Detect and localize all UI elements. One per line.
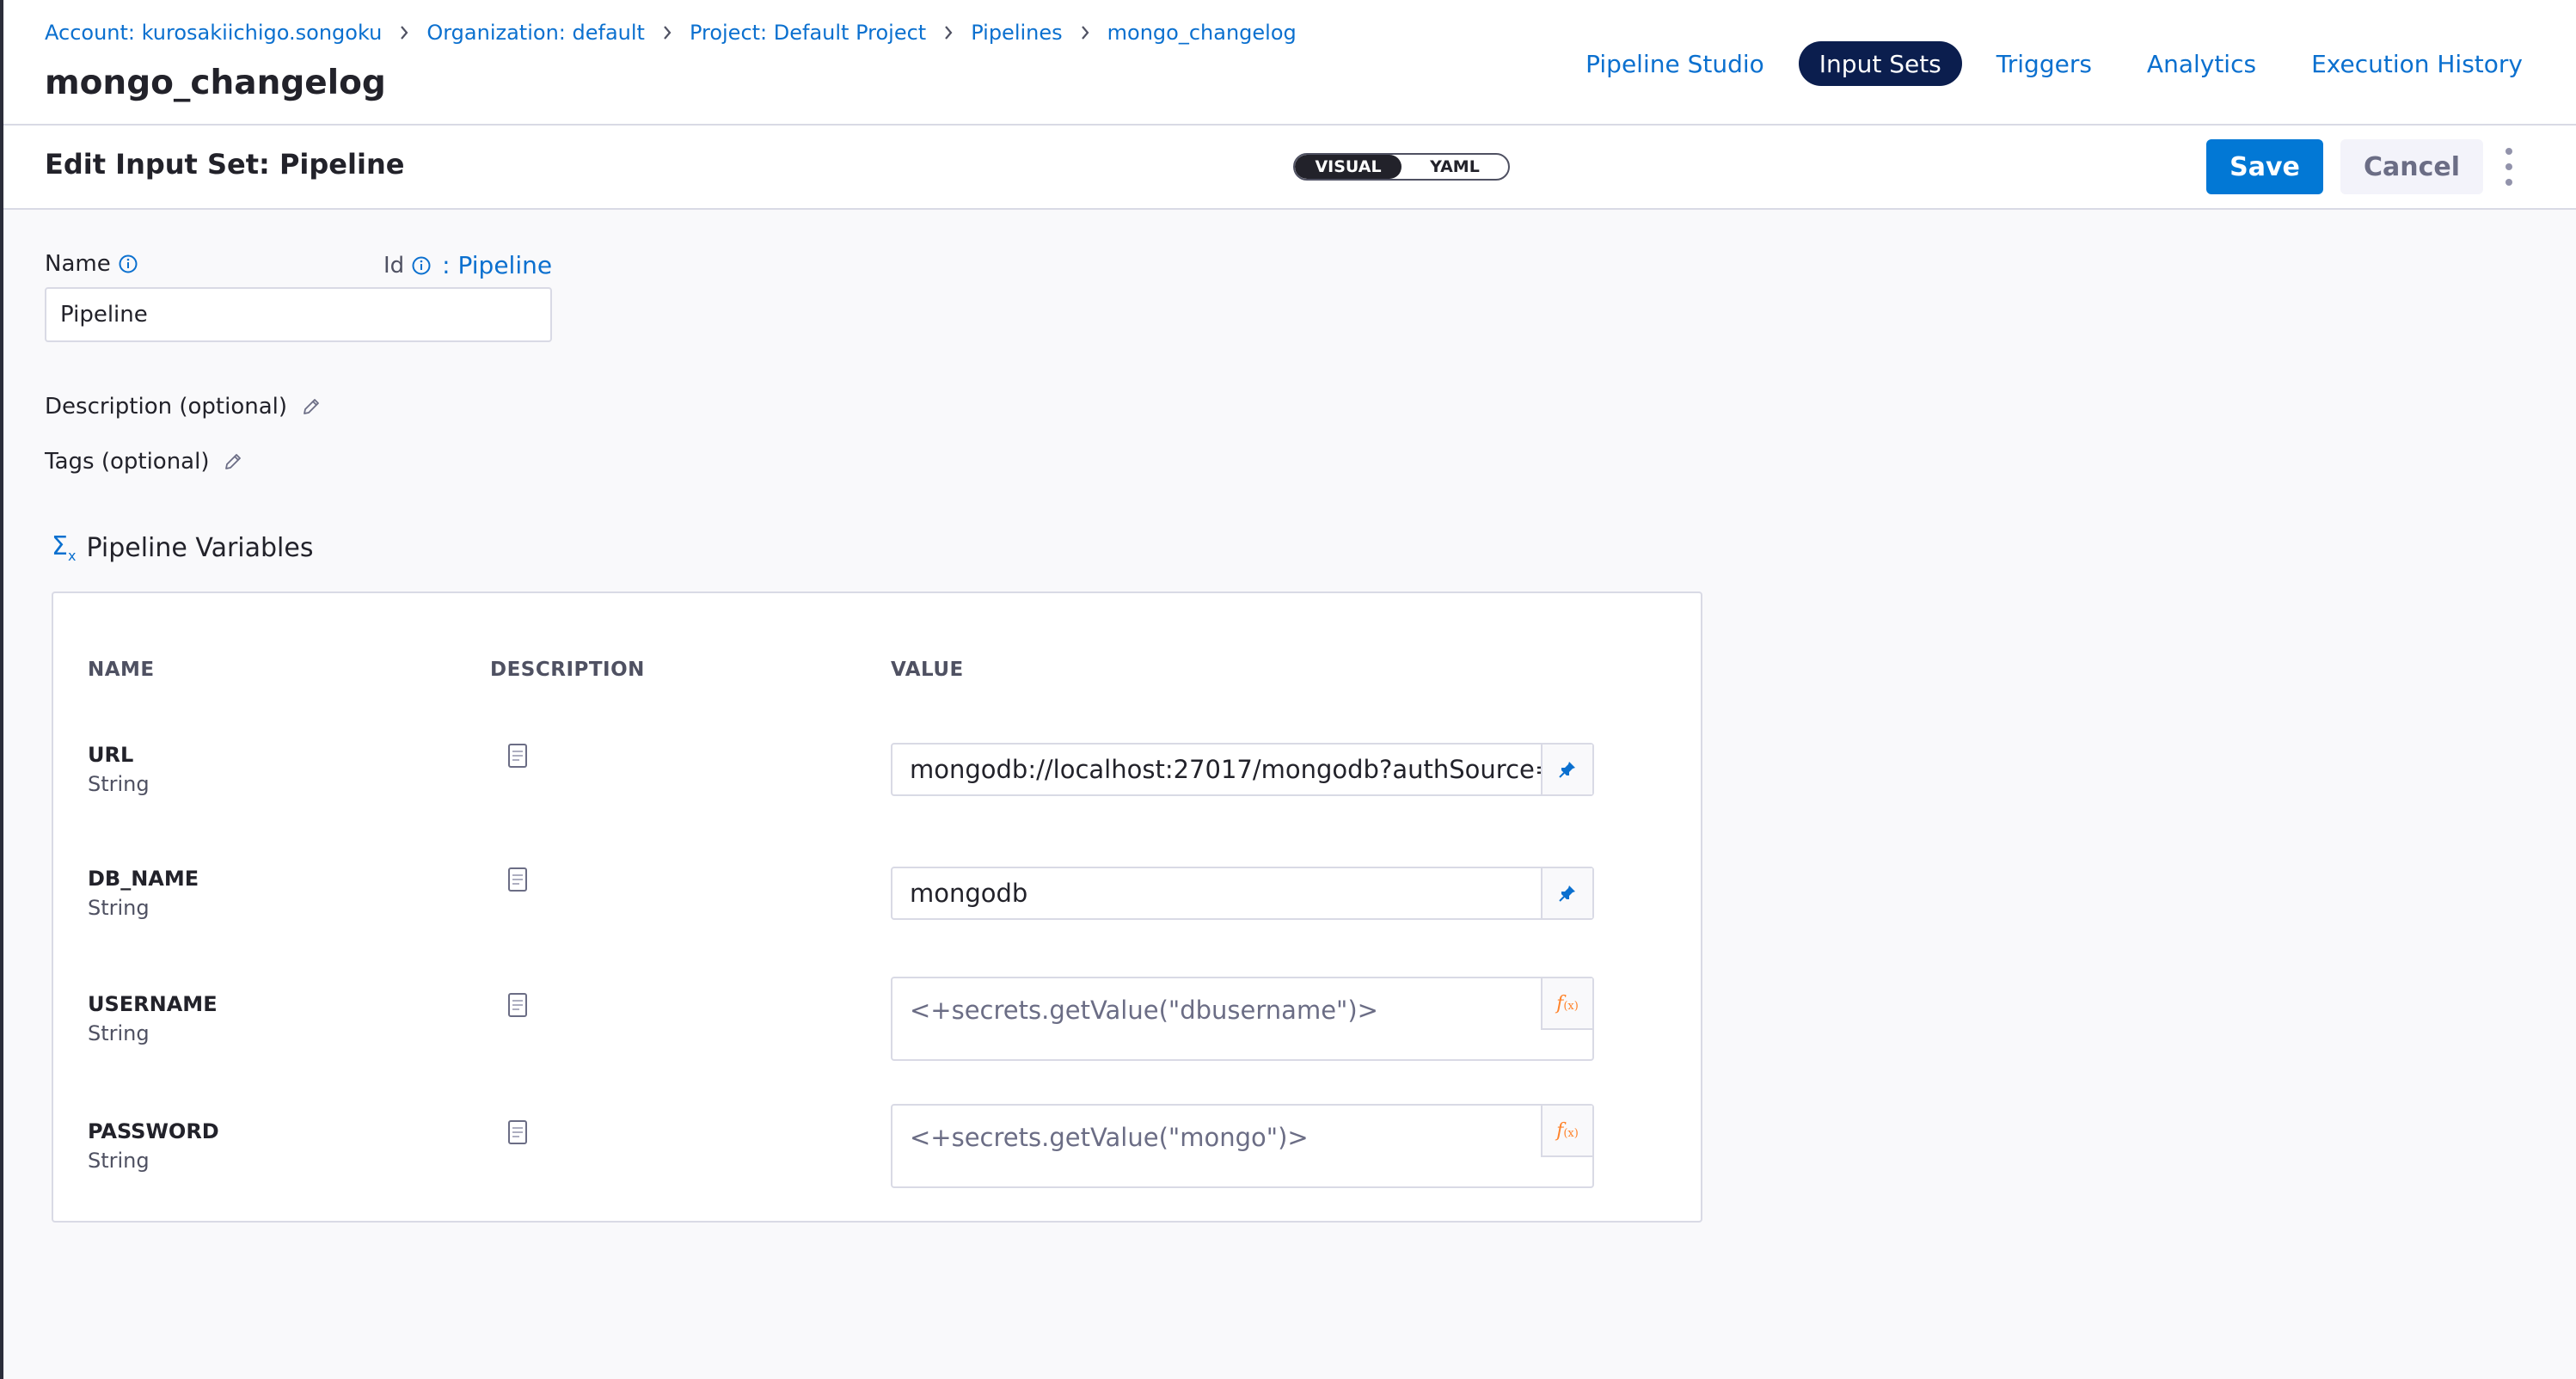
pin-icon[interactable] (1541, 868, 1592, 918)
id-label: Id (383, 252, 405, 279)
fx-icon[interactable]: f(x) (1541, 978, 1592, 1030)
tab-triggers[interactable]: Triggers (1976, 41, 2113, 86)
pin-icon[interactable] (1541, 745, 1592, 794)
value-field-db-name: mongodb (891, 867, 1594, 920)
fx-icon[interactable]: f(x) (1541, 1106, 1592, 1157)
variable-type: String (88, 1021, 150, 1045)
chevron-right-icon (943, 25, 954, 40)
expression-input[interactable]: <+secrets.getValue("dbusername")> (892, 978, 1541, 1059)
sigma-variable-icon: Σx (52, 531, 77, 564)
document-icon[interactable] (507, 1119, 528, 1149)
document-icon[interactable] (507, 743, 528, 772)
tab-execution-history[interactable]: Execution History (2291, 41, 2543, 86)
description-row: Description (optional) (45, 394, 322, 420)
tab-pipeline-studio[interactable]: Pipeline Studio (1565, 41, 1785, 86)
name-label-row: Name (45, 251, 138, 277)
value-field-username: <+secrets.getValue("dbusername")> f(x) (891, 977, 1594, 1061)
tab-analytics[interactable]: Analytics (2126, 41, 2277, 86)
save-button[interactable]: Save (2206, 139, 2323, 194)
pipeline-nav: Pipeline Studio Input Sets Triggers Anal… (1551, 41, 2543, 86)
visual-yaml-toggle: VISUAL YAML (1293, 153, 1510, 181)
pencil-icon[interactable] (301, 396, 322, 417)
variable-name: URL (88, 743, 134, 767)
pipeline-variables-header: Σx Pipeline Variables (52, 531, 313, 564)
chevron-right-icon (662, 25, 672, 40)
tags-row: Tags (optional) (45, 449, 243, 475)
variable-name: PASSWORD (88, 1119, 219, 1143)
info-icon[interactable] (411, 255, 432, 276)
breadcrumb-pipelines[interactable]: Pipelines (971, 21, 1062, 45)
id-label-row: Id : Pipeline (383, 251, 552, 279)
value-input[interactable]: mongodb://localhost:27017/mongodb?authSo… (892, 745, 1541, 794)
variables-table: NAME DESCRIPTION VALUE URL String mongod… (52, 591, 1702, 1223)
column-header-description: DESCRIPTION (490, 659, 645, 681)
column-header-name: NAME (88, 659, 155, 681)
description-label[interactable]: Description (optional) (45, 394, 287, 420)
variable-type: String (88, 1149, 150, 1173)
name-label: Name (45, 251, 111, 277)
chevron-right-icon (1080, 25, 1090, 40)
document-icon[interactable] (507, 992, 528, 1021)
variable-type: String (88, 772, 150, 796)
pencil-icon[interactable] (223, 451, 243, 472)
cancel-button[interactable]: Cancel (2340, 139, 2483, 194)
breadcrumb-organization[interactable]: Organization: default (426, 21, 645, 45)
chevron-right-icon (399, 25, 409, 40)
id-value[interactable]: : Pipeline (442, 251, 552, 279)
breadcrumb-account[interactable]: Account: kurosakiichigo.songoku (45, 21, 382, 45)
page-title: mongo_changelog (45, 64, 386, 102)
breadcrumb: Account: kurosakiichigo.songoku Organiza… (45, 21, 1297, 45)
document-icon[interactable] (507, 867, 528, 896)
page-header: Account: kurosakiichigo.songoku Organiza… (3, 0, 2576, 126)
info-icon[interactable] (118, 254, 138, 274)
tags-label[interactable]: Tags (optional) (45, 449, 209, 475)
edit-input-set-title: Edit Input Set: Pipeline (45, 148, 405, 181)
pipeline-variables-title: Pipeline Variables (86, 532, 314, 563)
variable-type: String (88, 896, 150, 920)
value-field-password: <+secrets.getValue("mongo")> f(x) (891, 1104, 1594, 1188)
edit-toolbar: Edit Input Set: Pipeline VISUAL YAML Sav… (3, 126, 2576, 210)
name-input[interactable] (45, 287, 552, 342)
expression-input[interactable]: <+secrets.getValue("mongo")> (892, 1106, 1541, 1186)
breadcrumb-pipeline[interactable]: mongo_changelog (1107, 21, 1297, 45)
column-header-value: VALUE (891, 659, 964, 681)
more-vertical-icon[interactable] (2500, 148, 2518, 186)
toggle-visual[interactable]: VISUAL (1295, 155, 1401, 179)
value-input[interactable]: mongodb (892, 868, 1541, 918)
breadcrumb-project[interactable]: Project: Default Project (690, 21, 926, 45)
variable-name: DB_NAME (88, 867, 199, 891)
tab-input-sets[interactable]: Input Sets (1798, 41, 1962, 86)
toggle-yaml[interactable]: YAML (1401, 155, 1508, 179)
value-field-url: mongodb://localhost:27017/mongodb?authSo… (891, 743, 1594, 796)
variable-name: USERNAME (88, 992, 218, 1016)
